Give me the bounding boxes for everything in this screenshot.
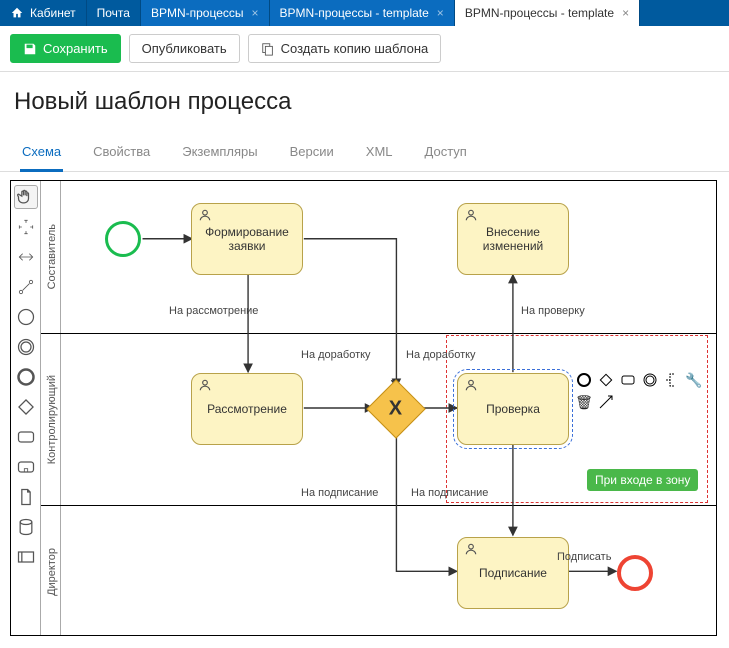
ctx-trash-icon[interactable]: 🗑: [575, 393, 593, 411]
close-icon[interactable]: ×: [437, 6, 444, 20]
palette-start-event[interactable]: [14, 305, 38, 329]
palette-space-tool[interactable]: [14, 245, 38, 269]
tab-bpmn-template-1[interactable]: BPMN-процессы - template ×: [270, 0, 455, 26]
gateway-mark: X: [389, 398, 402, 421]
palette-task[interactable]: [14, 425, 38, 449]
close-icon[interactable]: ×: [622, 6, 629, 20]
subtab-properties[interactable]: Свойства: [91, 136, 152, 171]
bpmn-canvas: Составитель Контролирующий Директор: [10, 180, 717, 636]
button-label: Опубликовать: [142, 41, 227, 56]
user-icon: [464, 378, 478, 395]
subtab-xml[interactable]: XML: [364, 136, 395, 171]
save-button[interactable]: Сохранить: [10, 34, 121, 63]
diagram-surface[interactable]: Составитель Контролирующий Директор: [41, 181, 716, 635]
publish-button[interactable]: Опубликовать: [129, 34, 240, 63]
user-icon: [198, 208, 212, 225]
save-icon: [23, 42, 37, 56]
palette-intermediate-event[interactable]: [14, 335, 38, 359]
tab-mail[interactable]: Почта: [87, 0, 141, 26]
badge-on-enter-zone[interactable]: При входе в зону: [587, 469, 698, 491]
tab-label: Кабинет: [30, 6, 76, 20]
task-form-request[interactable]: Формирование заявки: [191, 203, 303, 275]
tab-bpmn-1[interactable]: BPMN-процессы ×: [141, 0, 270, 26]
lane-label-text: Контролирующий: [46, 375, 58, 464]
palette: [11, 181, 41, 635]
palette-lasso-tool[interactable]: [14, 215, 38, 239]
edge-label: На рассмотрение: [169, 305, 258, 317]
palette-hand-tool[interactable]: [14, 185, 38, 209]
lane-label: Контролирующий: [43, 334, 61, 505]
palette-data-object[interactable]: [14, 485, 38, 509]
page-title: Новый шаблон процесса: [14, 88, 715, 116]
edge-label: На проверку: [521, 305, 585, 317]
task-check[interactable]: Проверка: [457, 373, 569, 445]
end-event[interactable]: [617, 555, 653, 591]
subtab-label: Доступ: [425, 144, 467, 159]
subtab-schema[interactable]: Схема: [20, 136, 63, 172]
lane-composer: Составитель: [41, 181, 716, 333]
edge-label: На доработку: [301, 349, 371, 361]
subtab-label: Версии: [290, 144, 334, 159]
task-label: Подписание: [479, 566, 547, 580]
user-icon: [464, 542, 478, 559]
close-icon[interactable]: ×: [252, 6, 259, 20]
lane-director: Директор: [41, 505, 716, 635]
lane-label-text: Директор: [46, 548, 58, 596]
lane-label: Составитель: [43, 181, 61, 333]
task-label: Внесение изменений: [483, 225, 543, 253]
ctx-annotation[interactable]: [663, 371, 681, 389]
subtab-versions[interactable]: Версии: [288, 136, 336, 171]
task-label: Формирование заявки: [205, 225, 289, 253]
ctx-intermediate-event[interactable]: [641, 371, 659, 389]
subtab-label: Свойства: [93, 144, 150, 159]
button-label: Создать копию шаблона: [281, 41, 429, 56]
palette-participant[interactable]: [14, 545, 38, 569]
ctx-end-event[interactable]: [575, 371, 593, 389]
toolbar: Сохранить Опубликовать Создать копию шаб…: [0, 26, 729, 72]
subtab-label: Экземпляры: [182, 144, 257, 159]
top-tabs: Кабинет Почта BPMN-процессы × BPMN-проце…: [0, 0, 729, 26]
palette-subprocess[interactable]: [14, 455, 38, 479]
sub-tabs: Схема Свойства Экземпляры Версии XML Дос…: [0, 136, 729, 172]
copy-icon: [261, 42, 275, 56]
context-pad: 🔧 🗑: [575, 371, 703, 411]
button-label: Сохранить: [43, 41, 108, 56]
task-label: Рассмотрение: [207, 402, 287, 416]
palette-data-store[interactable]: [14, 515, 38, 539]
tab-label: BPMN-процессы - template: [465, 6, 614, 20]
task-label: Проверка: [486, 402, 540, 416]
palette-connect-tool[interactable]: [14, 275, 38, 299]
palette-gateway[interactable]: [14, 395, 38, 419]
user-icon: [198, 378, 212, 395]
lane-label-text: Составитель: [46, 224, 58, 289]
user-icon: [464, 208, 478, 225]
palette-end-event[interactable]: [14, 365, 38, 389]
edge-label: Подписать: [557, 551, 611, 563]
start-event[interactable]: [105, 221, 141, 257]
task-review[interactable]: Рассмотрение: [191, 373, 303, 445]
tab-cabinet[interactable]: Кабинет: [0, 0, 87, 26]
ctx-wrench-icon[interactable]: 🔧: [685, 371, 703, 389]
task-make-changes[interactable]: Внесение изменений: [457, 203, 569, 275]
edge-label: На подписание: [301, 487, 378, 499]
tab-bpmn-template-2[interactable]: BPMN-процессы - template ×: [455, 0, 640, 26]
subtab-instances[interactable]: Экземпляры: [180, 136, 259, 171]
ctx-task[interactable]: [619, 371, 637, 389]
tab-label: BPMN-процессы - template: [280, 6, 429, 20]
edge-label: На подписание: [411, 487, 488, 499]
subtab-label: Схема: [22, 144, 61, 159]
ctx-connect[interactable]: [597, 393, 615, 411]
ctx-gateway[interactable]: [597, 371, 615, 389]
task-sign[interactable]: Подписание: [457, 537, 569, 609]
edge-label: На доработку: [406, 349, 476, 361]
copy-template-button[interactable]: Создать копию шаблона: [248, 34, 442, 63]
tab-label: BPMN-процессы: [151, 6, 244, 20]
home-icon: [10, 6, 24, 20]
lane-label: Директор: [43, 506, 61, 635]
subtab-label: XML: [366, 144, 393, 159]
tab-label: Почта: [97, 6, 130, 20]
subtab-access[interactable]: Доступ: [423, 136, 469, 171]
